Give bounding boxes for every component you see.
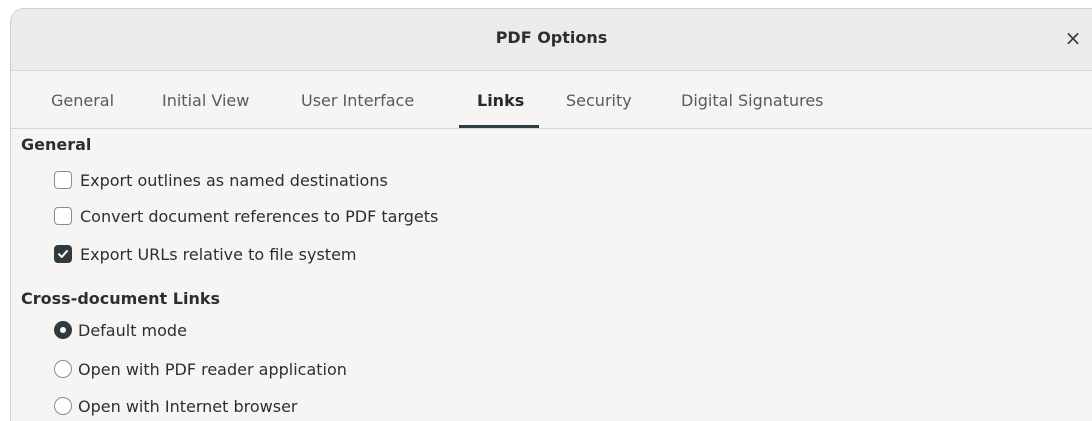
- export-urls-relative-checkbox[interactable]: [54, 245, 72, 263]
- general-section-heading: General: [21, 135, 92, 154]
- open-internet-browser-label: Open with Internet browser: [78, 396, 298, 416]
- export-urls-relative-label: Export URLs relative to file system: [80, 244, 357, 264]
- open-pdf-reader-label: Open with PDF reader application: [78, 359, 347, 379]
- tab-links[interactable]: Links: [477, 71, 524, 129]
- convert-references-checkbox[interactable]: [54, 207, 72, 225]
- radio-dot-icon: [60, 327, 66, 333]
- open-pdf-reader-radio[interactable]: [54, 360, 72, 378]
- convert-references-label: Convert document references to PDF targe…: [80, 206, 439, 226]
- cross-document-links-heading: Cross-document Links: [21, 289, 220, 308]
- tab-general[interactable]: General: [51, 71, 114, 129]
- close-button[interactable]: ×: [1060, 25, 1086, 51]
- export-outlines-option[interactable]: Export outlines as named destinations: [54, 169, 388, 191]
- export-outlines-label: Export outlines as named destinations: [80, 170, 388, 190]
- active-tab-indicator: [459, 125, 539, 128]
- default-mode-label: Default mode: [78, 320, 187, 340]
- dialog-title: PDF Options: [495, 28, 608, 47]
- open-internet-browser-radio[interactable]: [54, 397, 72, 415]
- convert-references-option[interactable]: Convert document references to PDF targe…: [54, 205, 438, 227]
- tab-initial-view[interactable]: Initial View: [162, 71, 249, 129]
- close-icon: ×: [1064, 26, 1082, 50]
- tab-bar: General Initial View User Interface Link…: [11, 71, 1092, 129]
- export-outlines-checkbox[interactable]: [54, 171, 72, 189]
- pdf-options-dialog: PDF Options × General Initial View User …: [10, 8, 1092, 421]
- titlebar: PDF Options ×: [11, 9, 1092, 71]
- default-mode-radio[interactable]: [54, 321, 72, 339]
- open-pdf-reader-option[interactable]: Open with PDF reader application: [54, 358, 347, 380]
- tab-security[interactable]: Security: [566, 71, 632, 129]
- export-urls-relative-option[interactable]: Export URLs relative to file system: [54, 243, 357, 265]
- tab-digital-signatures[interactable]: Digital Signatures: [681, 71, 824, 129]
- default-mode-option[interactable]: Default mode: [54, 319, 187, 341]
- open-internet-browser-option[interactable]: Open with Internet browser: [54, 395, 297, 417]
- tab-user-interface[interactable]: User Interface: [301, 71, 414, 129]
- checkmark-icon: [58, 250, 68, 258]
